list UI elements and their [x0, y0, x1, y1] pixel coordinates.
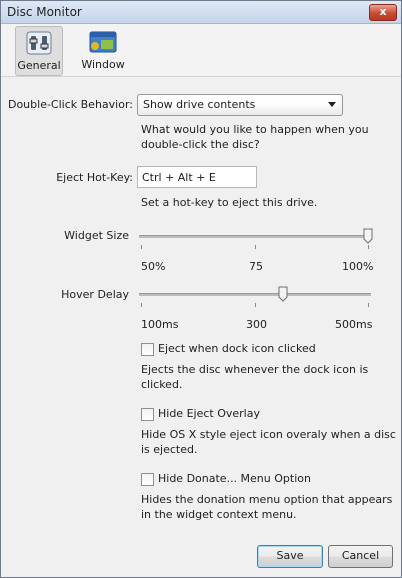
save-button[interactable]: Save [257, 545, 323, 568]
double-click-hint-line1: What would you like to happen when you [141, 123, 369, 136]
hide-overlay-desc-line1: Hide OS X style eject icon overaly when … [141, 428, 396, 441]
eject-hotkey-hint: Set a hot-key to eject this drive. [141, 196, 318, 209]
eject-dock-desc-line2: clicked. [141, 378, 183, 391]
hover-delay-slider-thumb[interactable] [278, 286, 288, 302]
hide-donate-desc-line2: in the widget context menu. [141, 508, 297, 521]
widget-size-slider-thumb[interactable] [363, 228, 373, 244]
eject-hotkey-label: Eject Hot-Key: [56, 171, 133, 184]
hover-delay-max-label: 500ms [335, 318, 373, 331]
window-title: Disc Monitor [7, 5, 82, 19]
double-click-label: Double-Click Behavior: [7, 98, 133, 111]
widget-size-min-label: 50% [141, 260, 166, 273]
eject-hotkey-input[interactable] [138, 167, 252, 186]
hide-donate-checkbox[interactable] [141, 473, 154, 486]
preferences-toolbar: General Window [1, 24, 401, 77]
preferences-window: Disc Monitor x General Window Double-Cli… [0, 0, 402, 578]
hover-delay-min-label: 100ms [141, 318, 179, 331]
widget-size-tick [255, 245, 256, 249]
hide-overlay-desc: Hide OS X style eject icon overaly when … [141, 427, 396, 457]
double-click-select[interactable]: Show drive contents [137, 94, 343, 116]
hover-delay-tick [255, 303, 256, 307]
double-click-selected: Show drive contents [143, 98, 256, 111]
hide-overlay-checkbox[interactable] [141, 408, 154, 421]
eject-dock-desc: Ejects the disc whenever the dock icon i… [141, 362, 368, 392]
cancel-button[interactable]: Cancel [328, 545, 393, 568]
title-bar[interactable]: Disc Monitor x [1, 1, 401, 24]
hover-delay-track[interactable] [139, 293, 371, 296]
chevron-down-icon [328, 102, 336, 107]
hover-delay-mid-label: 300 [246, 318, 267, 331]
widget-size-tick [368, 245, 369, 249]
tab-window-label: Window [81, 58, 125, 71]
hide-donate-label[interactable]: Hide Donate... Menu Option [158, 472, 311, 485]
hide-overlay-desc-line2: is ejected. [141, 443, 198, 456]
eject-dock-desc-line1: Ejects the disc whenever the dock icon i… [141, 363, 369, 376]
tab-general[interactable]: General [15, 26, 63, 76]
hide-overlay-label[interactable]: Hide Eject Overlay [158, 407, 260, 420]
eject-dock-label[interactable]: Eject when dock icon clicked [158, 342, 316, 355]
double-click-hint-line2: double-click the disc? [141, 138, 260, 151]
double-click-hint: What would you like to happen when you d… [141, 122, 369, 152]
widget-size-max-label: 100% [342, 260, 374, 273]
window-icon [89, 31, 117, 53]
settings-switches-icon [26, 31, 52, 55]
hover-delay-tick [141, 303, 142, 307]
eject-dock-checkbox[interactable] [141, 343, 154, 356]
hide-donate-desc-line1: Hides the donation menu option that appe… [141, 493, 393, 506]
widget-size-label: Widget Size [64, 229, 129, 242]
eject-hotkey-field[interactable] [137, 166, 257, 188]
tab-window[interactable]: Window [79, 26, 127, 74]
widget-size-mid-label: 75 [249, 260, 263, 273]
widget-size-track[interactable] [139, 235, 371, 238]
hover-delay-tick [368, 303, 369, 307]
close-button[interactable]: x [369, 4, 397, 21]
hover-delay-label: Hover Delay [61, 288, 129, 301]
hide-donate-desc: Hides the donation menu option that appe… [141, 492, 392, 522]
tab-general-label: General [17, 59, 61, 72]
close-icon: x [379, 5, 387, 18]
widget-size-tick [141, 245, 142, 249]
